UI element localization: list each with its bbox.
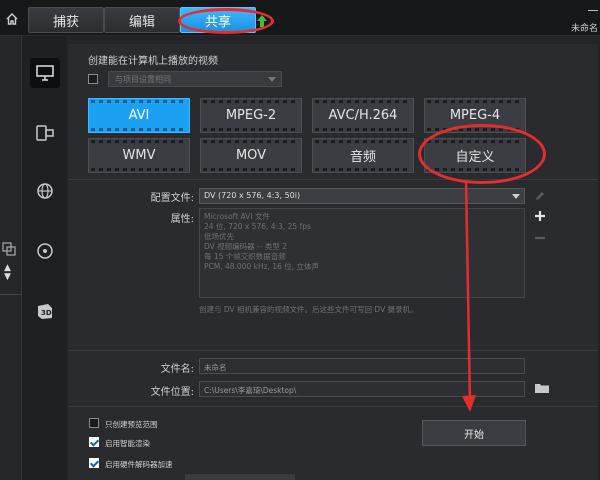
format-avi-button[interactable]: AVI — [88, 98, 190, 133]
remove-icon[interactable] — [534, 232, 546, 244]
disc-icon — [37, 243, 53, 259]
format-mpeg2-button[interactable]: MPEG-2 — [200, 98, 302, 133]
smart-render-label: 启用智能渲染 — [105, 439, 150, 448]
top-bar: 捕获 编辑 共享 未命名 — [0, 0, 600, 36]
sidebar: 3D — [22, 36, 66, 480]
sidebar-item-disc[interactable] — [30, 236, 60, 266]
window-controls: 未命名 — [571, 0, 598, 34]
chevron-down-icon — [268, 77, 276, 82]
globe-icon — [37, 183, 53, 199]
upload-arrow-icon[interactable] — [256, 13, 268, 32]
annotation-arrow — [462, 179, 476, 412]
divider — [68, 406, 598, 407]
filename-label: 文件名: — [160, 364, 194, 375]
add-icon[interactable] — [534, 210, 546, 222]
format-description: 创建与 DV 相机兼容的视频文件。后这些文件可写回 DV 摄录机。 — [199, 305, 418, 314]
divider — [68, 350, 598, 351]
divider — [0, 294, 22, 295]
sidebar-item-3d[interactable]: 3D — [30, 296, 60, 326]
monitor-icon — [36, 65, 54, 81]
profile-label: 配置文件: — [150, 193, 194, 204]
partial-control — [185, 474, 295, 480]
properties-label: 属性: — [170, 214, 194, 225]
app-window: 捕获 编辑 共享 未命名 ▲ ▼ 3D 创建能在计算机上播放的视频 与项目设置相… — [0, 0, 600, 480]
spin-arrows-icon[interactable]: ▲ ▼ — [4, 264, 11, 282]
minimize-icon[interactable] — [588, 10, 598, 11]
start-button[interactable]: 开始 — [422, 420, 526, 446]
tab-share[interactable]: 共享 — [180, 7, 256, 33]
format-avc-button[interactable]: AVC/H.264 — [312, 98, 414, 133]
format-audio-button[interactable]: 音频 — [312, 138, 414, 173]
format-custom-button[interactable]: 自定义 — [424, 138, 526, 173]
sidebar-item-device[interactable] — [30, 118, 60, 148]
preview-range-checkbox[interactable] — [89, 418, 99, 428]
3d-icon: 3D — [38, 304, 52, 319]
panel-heading: 创建能在计算机上播放的视频 — [88, 56, 218, 67]
sidebar-item-computer[interactable] — [30, 58, 60, 88]
preset-dropdown[interactable]: 与项目设置相同 — [108, 71, 282, 87]
home-button[interactable] — [0, 6, 24, 32]
format-wmv-button[interactable]: WMV — [88, 138, 190, 173]
project-name: 未命名 — [570, 24, 598, 34]
link-icon[interactable] — [2, 242, 16, 256]
profile-value: DV (720 x 576, 4:3, 50i) — [204, 191, 301, 200]
preset-placeholder: 与项目设置相同 — [115, 75, 171, 84]
chevron-down-icon — [512, 194, 520, 199]
format-mpeg4-button[interactable]: MPEG-4 — [424, 98, 526, 133]
left-strip: ▲ ▼ — [0, 36, 22, 480]
smart-render-checkbox[interactable] — [89, 437, 99, 447]
svg-text:3D: 3D — [41, 309, 52, 317]
device-icon — [36, 125, 54, 141]
home-icon — [6, 13, 18, 25]
location-label: 文件位置: — [150, 387, 194, 398]
same-as-project-checkbox[interactable] — [88, 74, 98, 84]
hw-decoder-label: 启用硬件解码器加速 — [105, 460, 173, 469]
sidebar-item-web[interactable] — [30, 176, 60, 206]
divider — [68, 179, 598, 180]
tab-edit[interactable]: 编辑 — [104, 7, 180, 33]
edit-pencil-icon[interactable] — [534, 190, 546, 202]
format-mov-button[interactable]: MOV — [200, 138, 302, 173]
tab-capture[interactable]: 捕获 — [28, 7, 104, 33]
share-panel: 创建能在计算机上播放的视频 与项目设置相同 AVI MPEG-2 AVC/H.2… — [68, 44, 598, 480]
preview-range-label: 只创建预览范围 — [105, 420, 158, 429]
folder-icon[interactable] — [534, 381, 550, 395]
hw-decoder-checkbox[interactable] — [89, 458, 99, 468]
